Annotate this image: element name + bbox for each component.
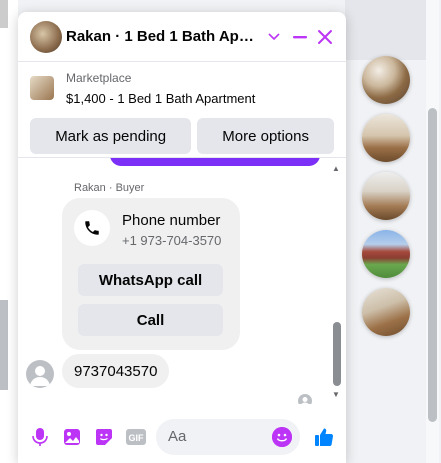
chat-title[interactable]: Rakan · 1 Bed 1 Bath Apart… bbox=[66, 28, 261, 45]
background-panel bbox=[345, 0, 430, 60]
sent-message-bubble bbox=[110, 158, 320, 166]
chevron-down-icon[interactable] bbox=[261, 24, 287, 50]
buyer-avatar[interactable] bbox=[26, 360, 54, 388]
chat-header: Rakan · 1 Bed 1 Bath Apart… bbox=[18, 12, 346, 62]
chat-head-avatar[interactable] bbox=[362, 114, 410, 162]
background-page-left bbox=[0, 0, 18, 463]
chat-window: Rakan · 1 Bed 1 Bath Apart… Marketplace … bbox=[18, 12, 346, 463]
minimize-icon[interactable] bbox=[287, 24, 313, 50]
received-message-bubble[interactable]: 9737043570 bbox=[62, 354, 170, 388]
call-button[interactable]: Call bbox=[78, 304, 223, 336]
page-scrollbar-thumb[interactable] bbox=[428, 108, 437, 422]
phone-card-number: +1 973-704-3570 bbox=[122, 233, 222, 248]
message-input[interactable]: Aa bbox=[156, 418, 300, 455]
chat-scrollbar-thumb[interactable] bbox=[333, 322, 341, 386]
chat-head-avatar[interactable] bbox=[362, 230, 410, 278]
listing-source: Marketplace bbox=[66, 71, 132, 85]
scroll-up-arrow-icon[interactable]: ▲ bbox=[332, 164, 340, 173]
sender-label: Rakan · Buyer bbox=[74, 182, 145, 194]
chat-head-avatar[interactable] bbox=[362, 56, 410, 104]
sticker-icon[interactable] bbox=[88, 421, 120, 453]
like-icon[interactable] bbox=[308, 421, 340, 453]
phone-icon bbox=[74, 210, 110, 246]
listing-info[interactable]: Marketplace $1,400 - 1 Bed 1 Bath Apartm… bbox=[30, 70, 334, 108]
chat-head-avatar[interactable] bbox=[362, 172, 410, 220]
emoji-icon[interactable] bbox=[272, 426, 292, 447]
gif-label: GIF bbox=[129, 433, 145, 443]
message-composer: GIF Aa bbox=[18, 410, 346, 463]
more-options-button[interactable]: More options bbox=[197, 118, 334, 154]
listing-thumbnail[interactable] bbox=[30, 76, 54, 100]
gif-icon[interactable]: GIF bbox=[120, 421, 152, 453]
marketplace-listing-panel: Marketplace $1,400 - 1 Bed 1 Bath Apartm… bbox=[18, 62, 346, 158]
photo-icon[interactable] bbox=[56, 421, 88, 453]
seen-indicator-avatar bbox=[298, 394, 312, 404]
message-input-placeholder: Aa bbox=[168, 428, 187, 445]
mark-as-pending-button[interactable]: Mark as pending bbox=[30, 118, 192, 154]
message-thread: Rakan · Buyer Phone number +1 973-704-35… bbox=[18, 158, 346, 404]
background-scrollbar bbox=[0, 0, 8, 28]
scroll-down-arrow-icon[interactable]: ▼ bbox=[332, 390, 340, 399]
close-icon[interactable] bbox=[312, 24, 338, 50]
contact-avatar[interactable] bbox=[30, 20, 62, 53]
background-scrollbar-thumb bbox=[0, 300, 8, 390]
chat-head-avatar[interactable] bbox=[362, 288, 410, 336]
phone-number-card: Phone number +1 973-704-3570 WhatsApp ca… bbox=[62, 198, 240, 350]
mic-icon[interactable] bbox=[24, 421, 56, 453]
phone-card-title: Phone number bbox=[122, 212, 221, 229]
whatsapp-call-button[interactable]: WhatsApp call bbox=[78, 264, 223, 296]
listing-title[interactable]: $1,400 - 1 Bed 1 Bath Apartment bbox=[66, 90, 255, 108]
